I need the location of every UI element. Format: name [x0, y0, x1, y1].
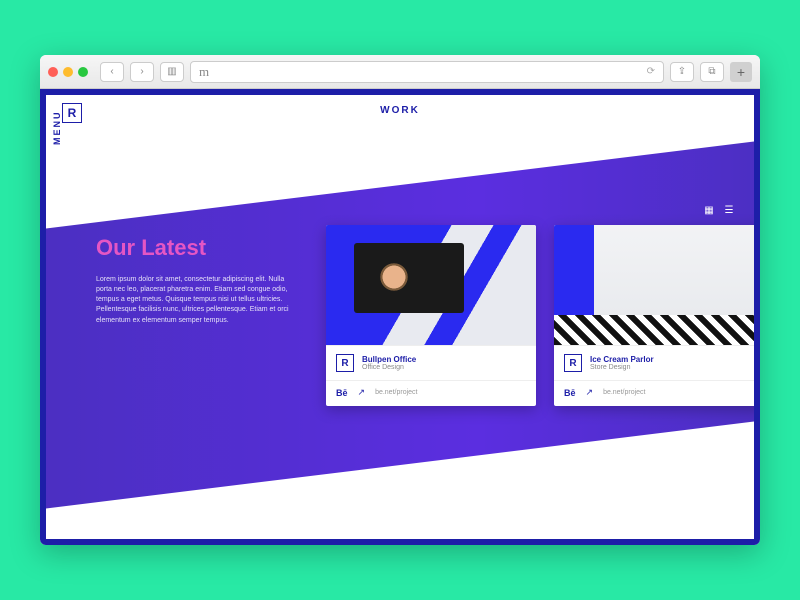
reader-icon[interactable]: ⟳ — [647, 66, 655, 77]
project-subtitle: Store Design — [590, 364, 654, 371]
project-meta: R Ice Cream Parlor Store Design — [554, 345, 760, 380]
project-thumbnail — [554, 225, 760, 345]
list-view-icon[interactable]: ☰ — [722, 203, 736, 217]
view-toggle: ▦ ☰ — [702, 203, 736, 217]
behance-icon[interactable]: Bē — [336, 388, 348, 398]
external-link-icon[interactable]: ↗ — [358, 387, 366, 398]
back-button[interactable]: ‹ — [100, 62, 124, 82]
behance-icon[interactable]: Bē — [564, 388, 576, 398]
window-controls — [48, 67, 88, 77]
grid-view-icon[interactable]: ▦ — [702, 203, 716, 217]
maximize-icon[interactable] — [78, 67, 88, 77]
new-tab-button[interactable]: + — [730, 62, 752, 82]
minimize-icon[interactable] — [63, 67, 73, 77]
hero-content: Our Latest Lorem ipsum dolor sit amet, c… — [96, 235, 296, 326]
close-icon[interactable] — [48, 67, 58, 77]
site-logo[interactable]: R — [62, 103, 82, 123]
page-viewport: R MENU WORK ▦ ☰ Our Latest Lorem ipsum d… — [40, 89, 760, 545]
project-meta: R Bullpen Office Office Design — [326, 345, 536, 380]
brand-mark-icon: R — [336, 354, 354, 372]
project-url: be.net/project — [603, 389, 645, 396]
project-card[interactable]: R Ice Cream Parlor Store Design Bē ↗ be.… — [554, 225, 760, 406]
project-external: Bē ↗ be.net/project — [554, 380, 760, 406]
address-bar[interactable]: m ⟳ — [190, 61, 664, 83]
sidebar-button[interactable]: ▥ — [160, 62, 184, 82]
project-card[interactable]: R Bullpen Office Office Design Bē ↗ be.n… — [326, 225, 536, 406]
hero-body: Lorem ipsum dolor sit amet, consectetur … — [96, 275, 296, 326]
project-title: Bullpen Office — [362, 355, 416, 364]
tabs-button[interactable]: ⧉ — [700, 62, 724, 82]
project-url: be.net/project — [375, 389, 417, 396]
address-hint: m — [199, 64, 209, 80]
nav-work[interactable]: WORK — [380, 105, 420, 116]
project-subtitle: Office Design — [362, 364, 416, 371]
browser-window: ‹ › ▥ m ⟳ ⇪ ⧉ + R MENU WORK ▦ ☰ Our Late… — [40, 55, 760, 545]
hero-headline: Our Latest — [96, 235, 296, 261]
brand-mark-icon: R — [564, 354, 582, 372]
project-external: Bē ↗ be.net/project — [326, 380, 536, 406]
browser-titlebar: ‹ › ▥ m ⟳ ⇪ ⧉ + — [40, 55, 760, 89]
forward-button[interactable]: › — [130, 62, 154, 82]
menu-button[interactable]: MENU — [52, 111, 62, 146]
project-thumbnail — [326, 225, 536, 345]
external-link-icon[interactable]: ↗ — [586, 387, 594, 398]
project-title: Ice Cream Parlor — [590, 355, 654, 364]
project-cards: R Bullpen Office Office Design Bē ↗ be.n… — [326, 225, 760, 406]
share-button[interactable]: ⇪ — [670, 62, 694, 82]
